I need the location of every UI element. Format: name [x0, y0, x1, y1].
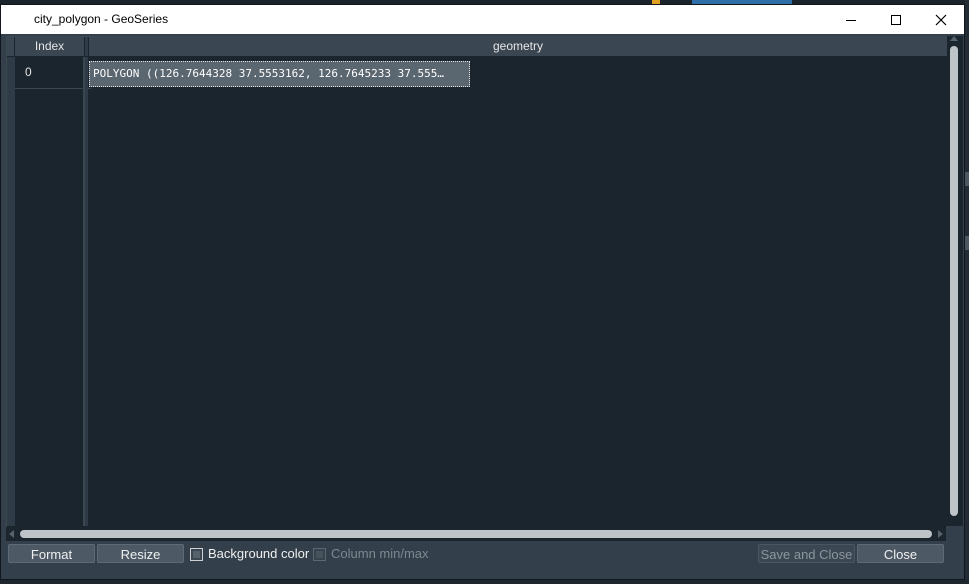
- checkbox-indicator: [193, 551, 200, 558]
- column-divider: [85, 57, 88, 526]
- scroll-right-arrow-icon[interactable]: [938, 530, 943, 538]
- window-title: city_polygon - GeoSeries: [34, 12, 169, 26]
- row-header-strip: [7, 57, 15, 526]
- close-icon: [935, 14, 947, 25]
- save-and-close-button[interactable]: Save and Close: [758, 544, 855, 563]
- minimize-button[interactable]: [828, 5, 874, 34]
- background-color-checkbox[interactable]: [190, 548, 203, 561]
- horizontal-scroll-thumb[interactable]: [20, 530, 932, 538]
- title-bar: city_polygon - GeoSeries: [1, 5, 964, 34]
- column-header-geometry[interactable]: geometry: [89, 37, 947, 56]
- background-color-label[interactable]: Background color: [208, 546, 309, 561]
- vertical-scrollbar[interactable]: [947, 36, 963, 526]
- index-cell[interactable]: 0: [15, 57, 91, 89]
- index-column: 0: [15, 57, 91, 526]
- maximize-icon: [891, 14, 901, 25]
- minimize-icon: [846, 19, 856, 21]
- data-table: Index geometry 0 POLYGON ((126.7644328 3…: [6, 36, 948, 528]
- column-header-index[interactable]: Index: [15, 37, 85, 56]
- maximize-button[interactable]: [873, 5, 919, 34]
- horizontal-scrollbar[interactable]: [6, 527, 946, 541]
- header-corner: [7, 37, 15, 56]
- close-button[interactable]: Close: [857, 544, 944, 563]
- checkbox-indicator: [316, 551, 323, 558]
- column-minmax-checkbox[interactable]: [313, 548, 326, 561]
- vertical-scroll-thumb[interactable]: [950, 46, 958, 516]
- scroll-up-arrow-icon[interactable]: [950, 36, 958, 41]
- format-button[interactable]: Format: [8, 544, 95, 563]
- scroll-left-arrow-icon[interactable]: [9, 530, 14, 538]
- geometry-cell[interactable]: POLYGON ((126.7644328 37.5553162, 126.76…: [89, 61, 470, 87]
- background-edge-tick: [965, 172, 969, 186]
- table-header: Index geometry: [7, 37, 947, 56]
- column-minmax-label[interactable]: Column min/max: [331, 546, 429, 561]
- background-app-edge: [965, 0, 969, 584]
- close-window-button[interactable]: [918, 5, 964, 34]
- resize-button[interactable]: Resize: [97, 544, 184, 563]
- geoseries-dialog: city_polygon - GeoSeries Index geometry …: [0, 4, 965, 580]
- background-edge-tick: [965, 236, 969, 250]
